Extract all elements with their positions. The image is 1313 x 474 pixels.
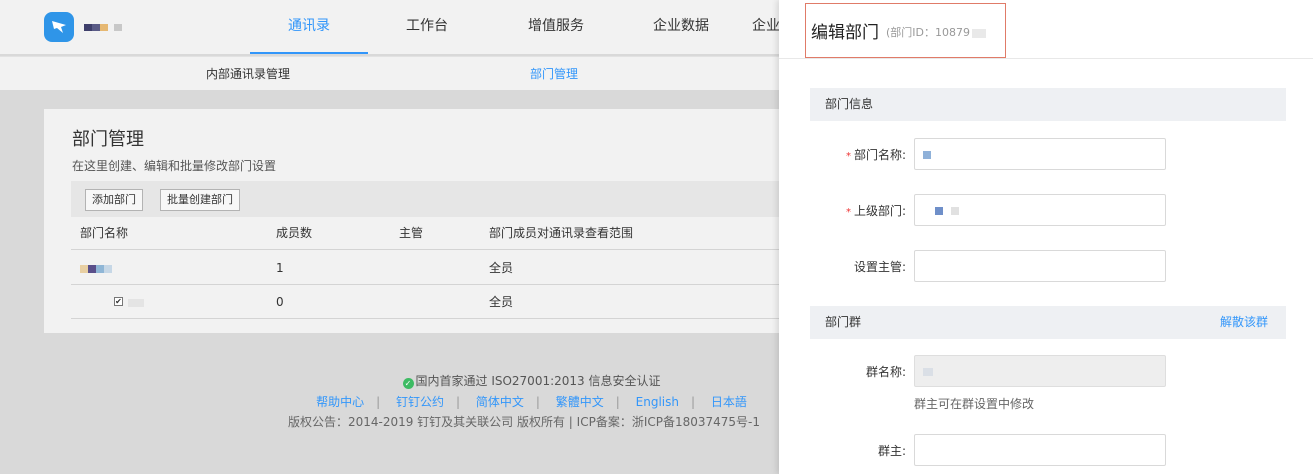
column-header-scope: 部门成员对通讯录查看范围 bbox=[489, 226, 634, 240]
table-toolbar: 添加部门 批量创建部门 bbox=[71, 181, 794, 217]
table-header: 部门名称 成员数 主管 部门成员对通讯录查看范围 bbox=[71, 217, 794, 250]
drawer-header: 编辑部门 (部门ID：10879 bbox=[779, 0, 1313, 59]
member-count: 1 bbox=[276, 261, 284, 275]
column-header-name: 部门名称 bbox=[80, 226, 129, 240]
group-owner-label: 群主: bbox=[877, 444, 906, 458]
department-name-input[interactable] bbox=[914, 138, 1166, 170]
nav-enterprise-data[interactable]: 企业数据 bbox=[626, 0, 736, 54]
edit-department-drawer: 编辑部门 (部门ID：10879 部门信息 * 部门名称: * 上级部门: 设置主管… bbox=[779, 0, 1313, 474]
certification-text: 国内首家通过 ISO27001:2013 信息安全认证 bbox=[415, 374, 661, 388]
section-department-group: 部门群 解散该群 bbox=[810, 306, 1286, 339]
page-title: 部门管理 bbox=[72, 129, 144, 150]
nav-contacts[interactable]: 通讯录 bbox=[250, 0, 368, 54]
column-header-manager: 主管 bbox=[399, 226, 424, 240]
traditional-chinese-link[interactable]: 繁體中文 bbox=[556, 395, 604, 409]
scope-cell: 全员 bbox=[489, 261, 514, 275]
section-title: 部门信息 bbox=[825, 97, 874, 111]
highlight-box bbox=[805, 3, 1006, 58]
help-center-link[interactable]: 帮助中心 bbox=[316, 395, 364, 409]
dingtalk-logo-icon[interactable] bbox=[44, 12, 74, 42]
required-asterisk-icon: * bbox=[845, 207, 851, 218]
nav-value-added-services[interactable]: 增值服务 bbox=[486, 0, 626, 54]
column-header-members: 成员数 bbox=[276, 226, 313, 240]
group-name-label: 群名称: bbox=[865, 365, 906, 379]
required-asterisk-icon: * bbox=[845, 151, 851, 162]
scope-cell: 全员 bbox=[489, 295, 514, 309]
section-title: 部门群 bbox=[825, 315, 862, 329]
simplified-chinese-link[interactable]: 简体中文 bbox=[476, 395, 524, 409]
department-name-redacted bbox=[80, 251, 112, 285]
nav-workbench[interactable]: 工作台 bbox=[368, 0, 486, 54]
member-count: 0 bbox=[276, 295, 284, 309]
department-name-redacted bbox=[128, 285, 144, 319]
page-description: 在这里创建、编辑和批量修改部门设置 bbox=[72, 159, 277, 173]
department-name-label: * 部门名称: bbox=[845, 148, 906, 162]
department-management-card: 部门管理 在这里创建、编辑和批量修改部门设置 添加部门 批量创建部门 部门名称 … bbox=[44, 109, 794, 333]
english-link[interactable]: English bbox=[636, 395, 679, 409]
main-nav: 通讯录 工作台 增值服务 企业数据 企业 bbox=[250, 0, 796, 54]
parent-department-select[interactable] bbox=[914, 194, 1166, 226]
shield-check-icon: ✓ bbox=[402, 378, 414, 389]
add-department-button[interactable]: 添加部门 bbox=[85, 189, 143, 211]
org-name-redacted bbox=[84, 24, 122, 32]
subnav-department-management[interactable]: 部门管理 bbox=[530, 57, 578, 91]
row-checkbox[interactable]: ✔ bbox=[114, 297, 123, 306]
batch-create-department-button[interactable]: 批量创建部门 bbox=[160, 189, 240, 211]
section-department-info: 部门信息 bbox=[810, 88, 1286, 121]
table-row[interactable]: 1 全员 bbox=[71, 251, 794, 285]
table-row[interactable]: ✔ 0 全员 bbox=[71, 285, 794, 319]
japanese-link[interactable]: 日本語 bbox=[711, 395, 747, 409]
dissolve-group-link[interactable]: 解散该群 bbox=[1220, 306, 1268, 339]
set-manager-input[interactable] bbox=[914, 250, 1166, 282]
group-name-input bbox=[914, 355, 1166, 387]
parent-department-label: * 上级部门: bbox=[845, 204, 906, 218]
dingtalk-convention-link[interactable]: 钉钉公约 bbox=[396, 395, 444, 409]
subnav-internal-contacts[interactable]: 内部通讯录管理 bbox=[206, 57, 290, 91]
group-owner-input[interactable] bbox=[914, 434, 1166, 466]
set-manager-label: 设置主管: bbox=[853, 260, 906, 274]
group-name-hint: 群主可在群设置中修改 bbox=[914, 397, 1035, 411]
